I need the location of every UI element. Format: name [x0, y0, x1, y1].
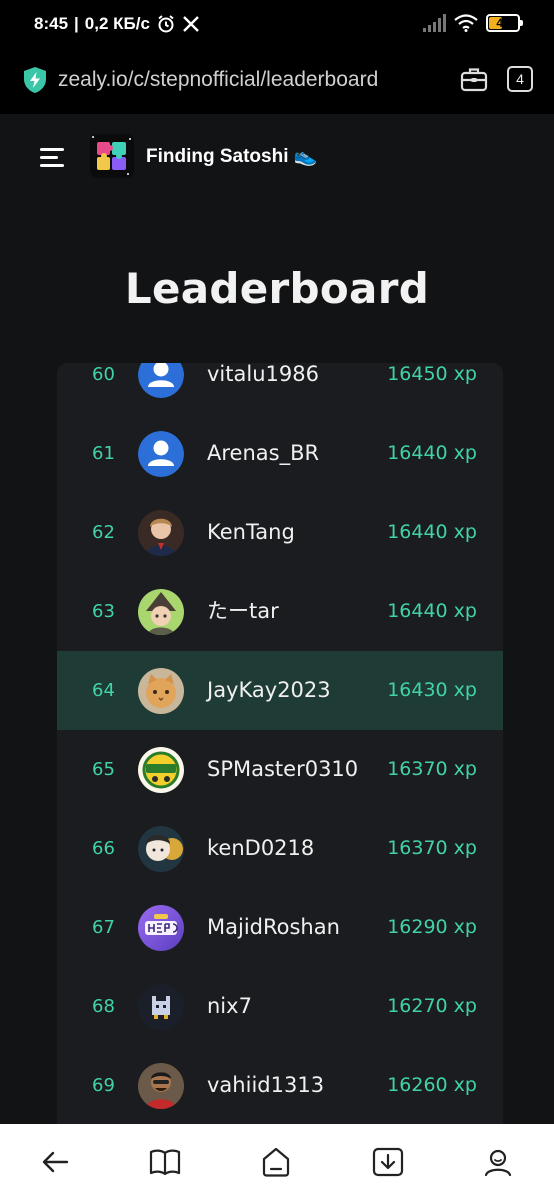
xp-value: 16430 xp: [387, 679, 477, 701]
xp-value: 16260 xp: [387, 1074, 477, 1096]
leaderboard-row[interactable]: 63 たーtar 16440 xp: [57, 572, 503, 651]
username: kenD0218: [207, 836, 315, 860]
xp-value: 16370 xp: [387, 837, 477, 859]
leaderboard-row[interactable]: 67 MajidRoshan 16290 xp: [57, 888, 503, 967]
default-user-icon: [138, 431, 184, 477]
status-right: 46: [422, 14, 523, 32]
shield-bolt-icon[interactable]: [22, 66, 48, 94]
default-user-icon: [138, 363, 184, 398]
url-field[interactable]: zealy.io/c/stepnofficial/leaderboard: [58, 68, 378, 92]
profile-icon[interactable]: [480, 1144, 516, 1180]
xp-value: 16270 xp: [387, 995, 477, 1017]
tabs-count-button[interactable]: 4: [507, 66, 533, 92]
leaderboard-row[interactable]: 61 Arenas_BR 16440 xp: [57, 414, 503, 493]
leaderboard-list: 60 vitalu1986 16450 xp 61 Arenas_BR 1644…: [57, 363, 503, 1124]
rank: 69: [92, 1075, 115, 1096]
rank: 63: [92, 601, 115, 622]
hero-logo-avatar: [138, 905, 184, 951]
bookmarks-icon[interactable]: [147, 1144, 183, 1180]
cat-photo-avatar: [138, 668, 184, 714]
leaderboard-row-current-user[interactable]: 64 JayKay2023 16430 xp: [57, 651, 503, 730]
leaderboard-row[interactable]: 65 SPMaster0310 16370 xp: [57, 730, 503, 809]
username: KenTang: [207, 520, 295, 544]
clock: 8:45: [34, 14, 69, 33]
page-content: Finding Satoshi 👟 Leaderboard 60 vitalu1…: [0, 114, 554, 1124]
xp-value: 16440 xp: [387, 521, 477, 543]
badge-avatar: [138, 747, 184, 793]
username: SPMaster0310: [207, 757, 359, 781]
username: nix7: [207, 994, 252, 1018]
rank: 64: [92, 680, 115, 701]
status-left: 8:45 | 0,2 КБ/с: [34, 14, 200, 34]
status-separator: |: [74, 14, 79, 33]
photo-avatar: [138, 589, 184, 635]
username: たーtar: [207, 599, 279, 623]
username: Arenas_BR: [207, 441, 320, 465]
rank: 67: [92, 917, 115, 938]
photo-avatar: [138, 1063, 184, 1109]
battery-tip: [520, 20, 523, 26]
xp-value: 16440 xp: [387, 600, 477, 622]
network-speed: 0,2 КБ/с: [84, 14, 150, 33]
photo-avatar: [138, 510, 184, 556]
status-bar: 8:45 | 0,2 КБ/с 46: [0, 0, 554, 52]
leaderboard-row[interactable]: 66 kenD0218 16370 xp: [57, 809, 503, 888]
back-arrow-icon[interactable]: [37, 1144, 73, 1180]
xp-value: 16450 xp: [387, 363, 477, 385]
rank: 60: [92, 364, 115, 385]
home-icon[interactable]: [258, 1144, 294, 1180]
leaderboard-row[interactable]: 62 KenTang 16440 xp: [57, 493, 503, 572]
page-title: Leaderboard: [124, 264, 430, 313]
leaderboard-row[interactable]: 69 vahiid1313 16260 xp: [57, 1046, 503, 1124]
xp-value: 16440 xp: [387, 442, 477, 464]
community-name[interactable]: Finding Satoshi 👟: [146, 144, 317, 168]
bottom-navigation: [0, 1124, 554, 1200]
cartoon-avatar: [138, 826, 184, 872]
battery-icon: 46: [486, 14, 523, 32]
leaderboard-row[interactable]: 60 vitalu1986 16450 xp: [57, 363, 503, 414]
battery-level: 46: [496, 16, 510, 30]
hamburger-menu-icon[interactable]: [40, 148, 68, 168]
rank: 65: [92, 759, 115, 780]
username: vahiid1313: [207, 1073, 325, 1097]
community-logo[interactable]: [90, 134, 134, 178]
rank: 68: [92, 996, 115, 1017]
downloads-icon[interactable]: [370, 1144, 406, 1180]
wifi-icon: [454, 14, 478, 32]
xp-value: 16290 xp: [387, 916, 477, 938]
xp-value: 16370 xp: [387, 758, 477, 780]
leaderboard-row[interactable]: 68 nix7 16270 xp: [57, 967, 503, 1046]
browser-address-bar: zealy.io/c/stepnofficial/leaderboard 4: [0, 52, 554, 114]
alarm-icon: [158, 15, 174, 33]
rank: 66: [92, 838, 115, 859]
rank: 61: [92, 443, 115, 464]
briefcase-icon[interactable]: [460, 66, 488, 92]
pixel-cat-avatar: [138, 984, 184, 1030]
username: vitalu1986: [207, 363, 319, 386]
signal-icon: [423, 14, 446, 32]
username: JayKay2023: [207, 678, 331, 702]
username: MajidRoshan: [207, 915, 340, 939]
rank: 62: [92, 522, 115, 543]
x-app-icon: [183, 16, 199, 32]
